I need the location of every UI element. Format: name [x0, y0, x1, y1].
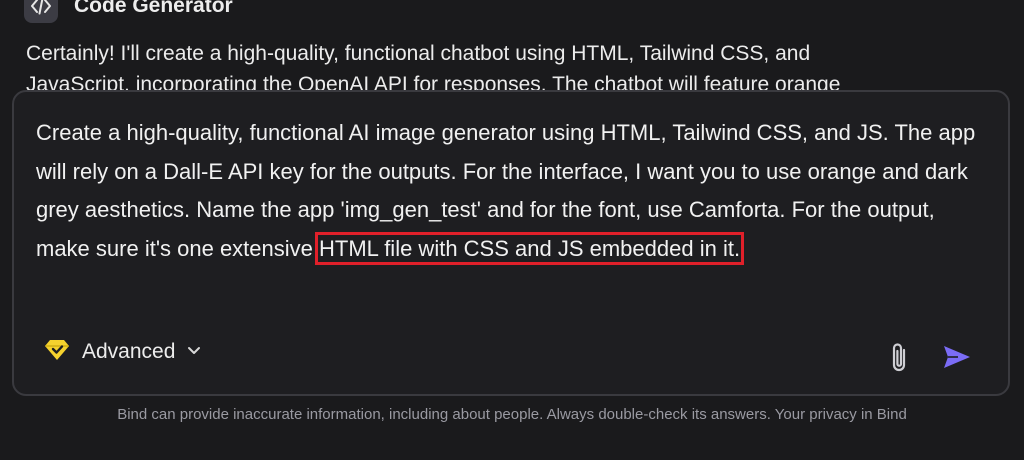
disclaimer-text: Bind can provide inaccurate information,…	[117, 406, 907, 423]
send-icon	[942, 344, 972, 375]
prompt-input[interactable]: Create a high-quality, functional AI ima…	[36, 114, 991, 268]
model-label: Advanced	[82, 340, 176, 363]
paperclip-icon	[888, 341, 910, 380]
prompt-highlighted-text: HTML file with CSS and JS embedded in it…	[315, 231, 745, 265]
send-button[interactable]	[940, 344, 974, 374]
prompt-composer: Create a high-quality, functional AI ima…	[12, 90, 1010, 396]
code-icon	[24, 0, 58, 23]
message-line: Certainly! I'll create a high-quality, f…	[26, 42, 811, 65]
gem-icon	[44, 338, 70, 367]
page-title: Code Generator	[74, 0, 233, 17]
chat-app: Code Generator Certainly! I'll create a …	[0, 0, 1024, 460]
chat-header: Code Generator	[24, 0, 233, 26]
model-selector[interactable]: Advanced	[44, 336, 201, 368]
chevron-down-icon	[187, 343, 201, 361]
attach-button[interactable]	[884, 342, 914, 378]
